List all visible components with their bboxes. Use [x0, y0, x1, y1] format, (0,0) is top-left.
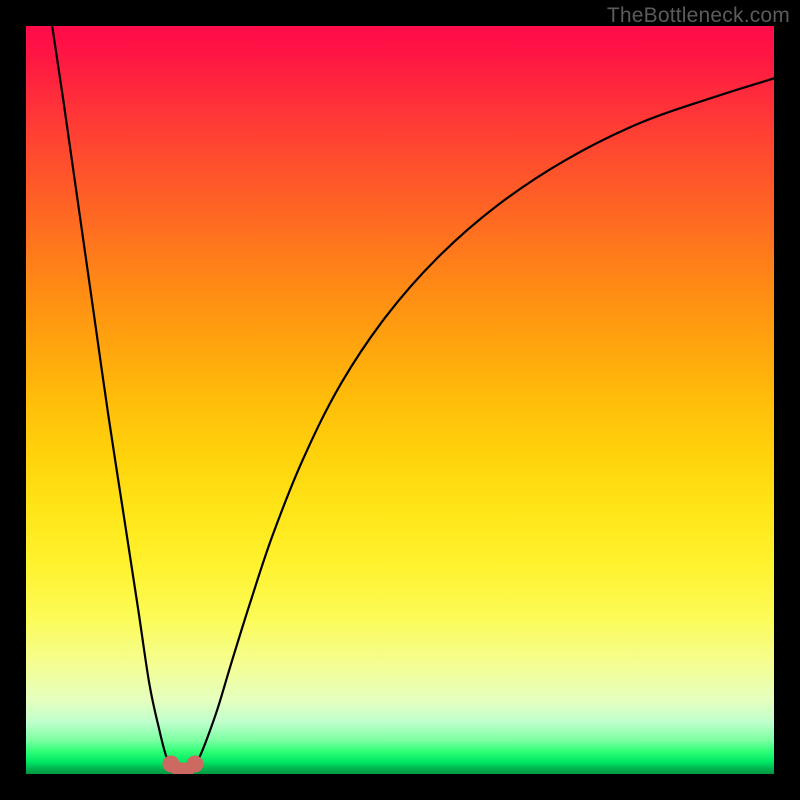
markers-layer — [26, 26, 774, 774]
chart-stage: TheBottleneck.com — [0, 0, 800, 800]
marker-dot — [187, 756, 204, 773]
marker-dot — [163, 756, 180, 773]
plot-area — [26, 26, 774, 774]
watermark-text: TheBottleneck.com — [607, 4, 790, 28]
